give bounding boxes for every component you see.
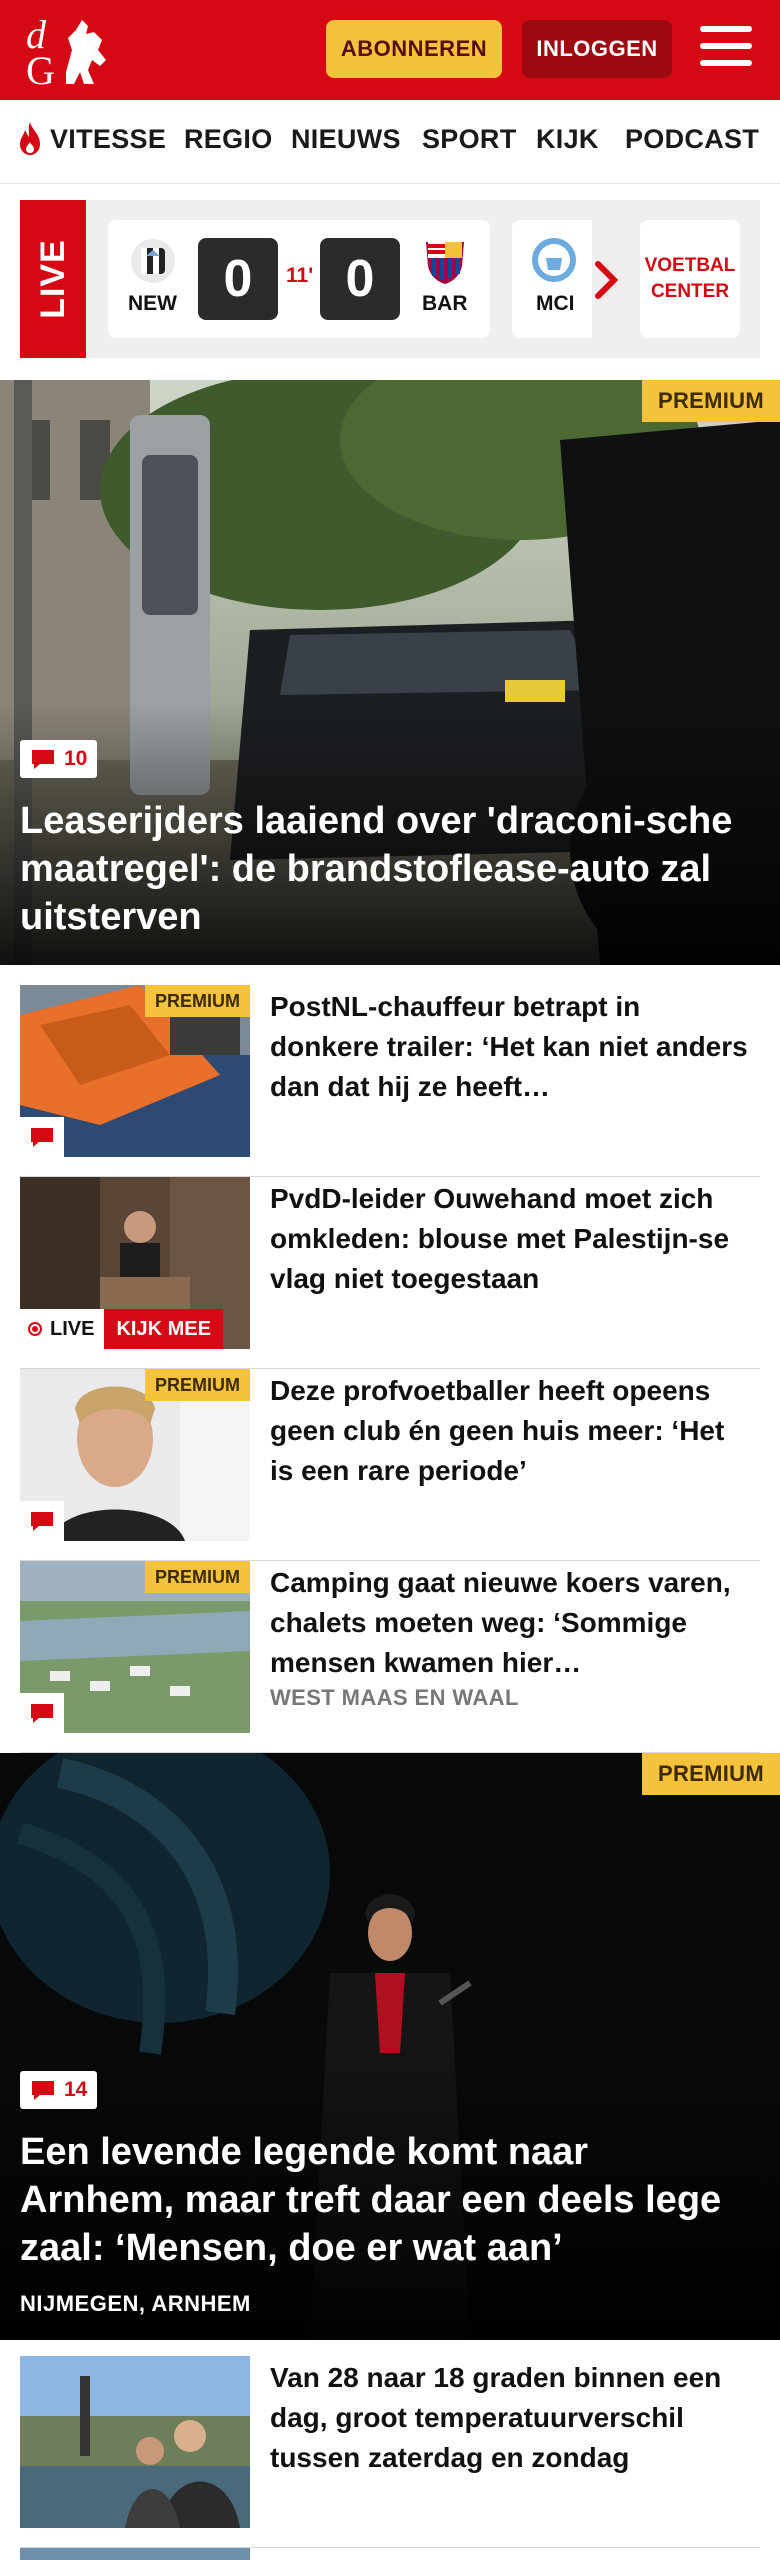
list-item[interactable]: PREMIUM Deze profvoetballer heeft opeens… — [20, 1369, 760, 1561]
comment-count[interactable]: 10 — [20, 740, 98, 778]
live-video-pill[interactable]: LIVE KIJK MEE — [20, 1309, 223, 1349]
list-item[interactable]: Van 28 naar 18 graden binnen een dag, gr… — [20, 2356, 760, 2548]
nav-item-podcast[interactable]: PODCAST — [625, 124, 759, 155]
flame-icon — [20, 122, 40, 155]
nav-item-nieuws[interactable]: NIEUWS — [291, 124, 401, 155]
next-team-code: MCI — [536, 292, 575, 315]
nav-item-vitesse[interactable]: VITESSE — [50, 124, 166, 155]
article-title[interactable]: PvdD-leider Ouwehand moet zich omkleden:… — [270, 1179, 750, 1299]
comment-count[interactable]: 14 — [20, 2071, 98, 2109]
nav-item-sport[interactable]: SPORT — [422, 124, 517, 155]
chevron-right-icon[interactable] — [592, 258, 622, 302]
comment-icon — [20, 1117, 64, 1157]
away-team-code: BAR — [422, 292, 468, 315]
live-dot-icon — [28, 1322, 42, 1336]
premium-badge: PREMIUM — [145, 1561, 250, 1593]
premium-badge: PREMIUM — [642, 1753, 780, 1795]
home-team-code: NEW — [128, 292, 177, 315]
hero-article[interactable]: PREMIUM 14 Een levende legende komt naar… — [0, 1753, 780, 2340]
main-nav: VITESSE REGIO NIEUWS SPORT KIJK PODCAST — [0, 100, 780, 184]
watch-live-button[interactable]: KIJK MEE — [104, 1309, 223, 1349]
hero-article[interactable]: PREMIUM 10 Leaserijders laaiend over 'dr… — [0, 380, 780, 965]
newcastle-crest-icon — [131, 239, 175, 283]
article-thumbnail: PREMIUM — [20, 985, 250, 1157]
nav-item-regio[interactable]: REGIO — [184, 124, 273, 155]
man-city-crest-icon — [532, 238, 576, 282]
home-score: 0 — [198, 238, 278, 320]
site-header: d G ABONNEREN INLOGGEN — [0, 0, 780, 100]
menu-icon[interactable] — [700, 26, 752, 72]
nav-item-kijk[interactable]: KIJK — [536, 124, 599, 155]
article-region-tag[interactable]: NIJMEGEN, ARNHEM — [20, 2291, 251, 2317]
article-thumbnail — [20, 2356, 250, 2528]
comment-icon — [20, 1693, 64, 1733]
comment-icon — [32, 750, 54, 769]
site-logo-icon[interactable]: d G — [22, 10, 118, 90]
list-item[interactable]: LIVE KIJK MEE PvdD-leider Ouwehand moet … — [20, 1177, 760, 1369]
live-tag: LIVE — [20, 200, 86, 358]
premium-badge: PREMIUM — [145, 1369, 250, 1401]
subscribe-button[interactable]: ABONNEREN — [326, 20, 502, 78]
article-title[interactable]: Camping gaat nieuwe koers varen, chalets… — [270, 1563, 750, 1683]
article-title[interactable]: Van 28 naar 18 graden binnen een dag, gr… — [270, 2358, 750, 2478]
article-thumbnail-partial — [20, 2548, 250, 2560]
comment-icon — [20, 1501, 64, 1541]
login-button[interactable]: INLOGGEN — [522, 20, 672, 78]
svg-text:G: G — [26, 48, 55, 90]
article-title[interactable]: Deze profvoetballer heeft opeens geen cl… — [270, 1371, 750, 1491]
article-thumbnail: LIVE KIJK MEE — [20, 1177, 250, 1349]
premium-badge: PREMIUM — [145, 985, 250, 1017]
next-match-card[interactable]: MCI — [512, 220, 592, 338]
article-thumbnail: PREMIUM — [20, 1561, 250, 1733]
match-minute: 11' — [286, 264, 314, 287]
comment-icon — [32, 2081, 54, 2100]
article-title[interactable]: PostNL-chauffeur betrapt in donkere trai… — [270, 987, 750, 1107]
premium-badge: PREMIUM — [642, 380, 780, 422]
hero-title[interactable]: Leaserijders laaiend over 'draconi-sche … — [20, 797, 750, 941]
football-center-button[interactable]: VOETBAL CENTER — [640, 220, 740, 338]
article-thumbnail: PREMIUM — [20, 1369, 250, 1541]
away-score: 0 — [320, 238, 400, 320]
barcelona-crest-icon — [426, 242, 464, 284]
hero-title[interactable]: Een levende legende komt naar Arnhem, ma… — [20, 2128, 750, 2272]
article-region-tag[interactable]: WEST MAAS EN WAAL — [270, 1685, 519, 1711]
list-item[interactable]: PREMIUM PostNL-chauffeur betrapt in donk… — [20, 985, 760, 1177]
list-item[interactable]: PREMIUM Camping gaat nieuwe koers varen,… — [20, 1561, 760, 1753]
